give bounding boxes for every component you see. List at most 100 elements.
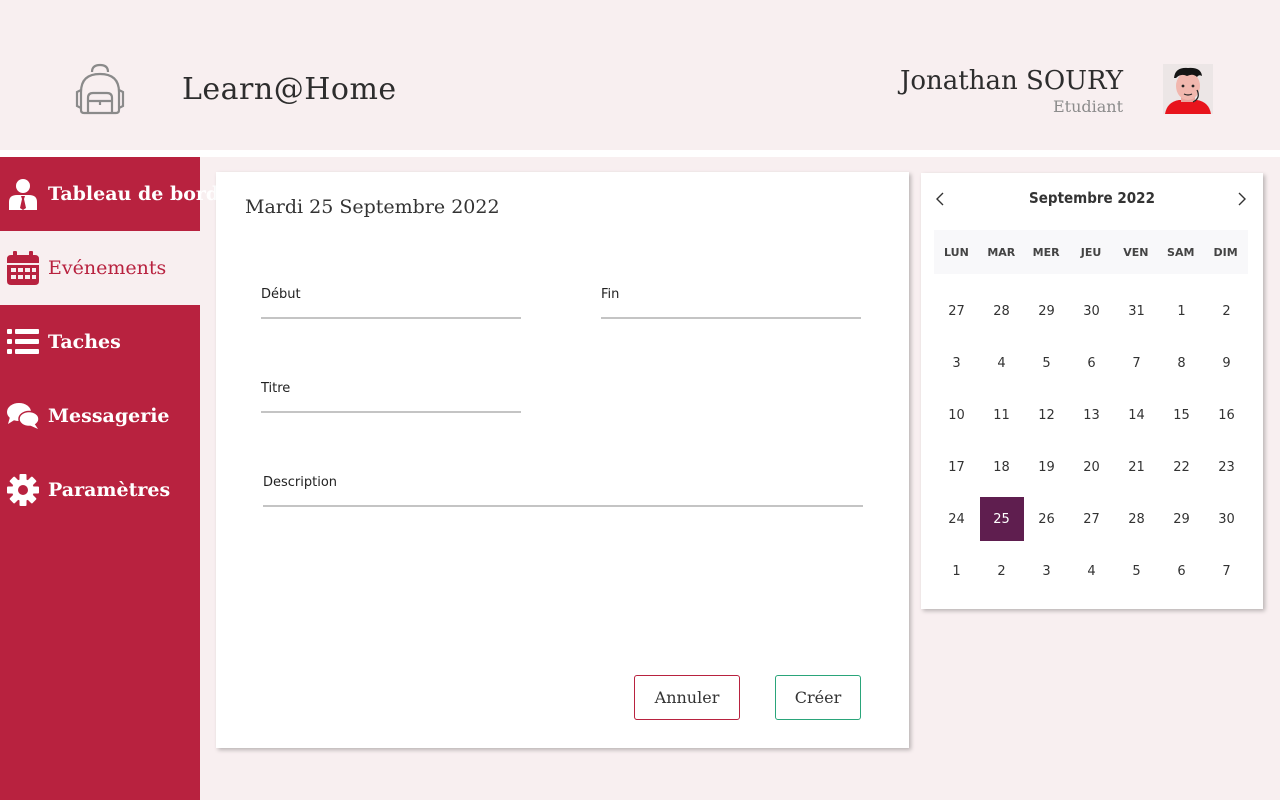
- calendar-day-number: 8: [1177, 355, 1186, 371]
- calendar-day[interactable]: 28: [979, 285, 1024, 337]
- calendar-day[interactable]: 3: [934, 337, 979, 389]
- end-input[interactable]: [601, 295, 861, 319]
- sidebar-item-dashboard[interactable]: Tableau de bord: [0, 157, 219, 231]
- calendar-day-number: 15: [1173, 407, 1190, 423]
- sidebar-item-events[interactable]: Evénements: [0, 231, 200, 305]
- calendar-day[interactable]: 23: [1204, 441, 1249, 493]
- weekday-label: LUN: [944, 245, 969, 259]
- calendar-day[interactable]: 29: [1159, 493, 1204, 545]
- calendar-day-number: 4: [1087, 563, 1096, 579]
- calendar-day-number: 7: [1132, 355, 1141, 371]
- calendar-day[interactable]: 5: [1114, 545, 1159, 597]
- calendar-day-number: 9: [1222, 355, 1231, 371]
- weekday-label: MAR: [987, 245, 1016, 259]
- selected-date-title: Mardi 25 Septembre 2022: [245, 196, 500, 218]
- end-field: Fin: [601, 287, 861, 319]
- description-field: Description: [263, 475, 863, 507]
- calendar-day[interactable]: 12: [1024, 389, 1069, 441]
- sidebar-item-tasks[interactable]: Taches: [0, 305, 200, 379]
- calendar-day[interactable]: 7: [1114, 337, 1159, 389]
- chevron-right-icon: [1238, 192, 1246, 206]
- calendar-day-selected[interactable]: 25: [979, 493, 1024, 545]
- calendar-day-number: 6: [1177, 563, 1186, 579]
- calendar-day[interactable]: 8: [1159, 337, 1204, 389]
- calendar-day[interactable]: 5: [1024, 337, 1069, 389]
- calendar-day-number: 18: [993, 459, 1010, 475]
- calendar-day-number: 10: [948, 407, 965, 423]
- calendar-day[interactable]: 6: [1069, 337, 1114, 389]
- calendar-day[interactable]: 4: [979, 337, 1024, 389]
- calendar-day[interactable]: 18: [979, 441, 1024, 493]
- description-input[interactable]: [263, 483, 863, 507]
- calendar-day[interactable]: 26: [1024, 493, 1069, 545]
- calendar-day[interactable]: 31: [1114, 285, 1159, 337]
- next-month-button[interactable]: [1230, 187, 1254, 211]
- calendar-day-number: 3: [1042, 563, 1051, 579]
- calendar-day-number: 27: [948, 303, 965, 319]
- calendar-day[interactable]: 2: [1204, 285, 1249, 337]
- event-form-card: Mardi 25 Septembre 2022 Début Fin Titre …: [216, 172, 909, 748]
- calendar-day[interactable]: 1: [934, 545, 979, 597]
- calendar-day[interactable]: 3: [1024, 545, 1069, 597]
- calendar-day[interactable]: 24: [934, 493, 979, 545]
- calendar-day[interactable]: 1: [1159, 285, 1204, 337]
- calendar-day[interactable]: 28: [1114, 493, 1159, 545]
- avatar[interactable]: [1163, 64, 1213, 114]
- calendar-day[interactable]: 29: [1024, 285, 1069, 337]
- calendar-day[interactable]: 16: [1204, 389, 1249, 441]
- calendar-day[interactable]: 6: [1159, 545, 1204, 597]
- calendar-day[interactable]: 19: [1024, 441, 1069, 493]
- calendar-day[interactable]: 14: [1114, 389, 1159, 441]
- calendar-day-number: 27: [1083, 511, 1100, 527]
- weekday-label: JEU: [1080, 245, 1102, 259]
- sidebar-item-messaging[interactable]: Messagerie: [0, 379, 200, 453]
- calendar-day-number: 29: [1038, 303, 1055, 319]
- sidebar-item-settings[interactable]: Paramètres: [0, 453, 200, 527]
- calendar-icon: [7, 251, 39, 285]
- cancel-button[interactable]: Annuler: [634, 675, 740, 720]
- calendar-day[interactable]: 13: [1069, 389, 1114, 441]
- calendar-day[interactable]: 27: [934, 285, 979, 337]
- calendar-day-number: 22: [1173, 459, 1190, 475]
- gear-icon: [7, 474, 39, 506]
- calendar-day[interactable]: 22: [1159, 441, 1204, 493]
- calendar-day-number: 2: [1222, 303, 1231, 319]
- title-input[interactable]: [261, 389, 521, 413]
- calendar-day-number: 30: [1083, 303, 1100, 319]
- calendar-day-number: 26: [1038, 511, 1055, 527]
- calendar-day[interactable]: 11: [979, 389, 1024, 441]
- calendar-day-number: 20: [1083, 459, 1100, 475]
- user-role: Etudiant: [1052, 97, 1123, 116]
- calendar-day-number: 14: [1128, 407, 1145, 423]
- calendar-day[interactable]: 10: [934, 389, 979, 441]
- calendar-day[interactable]: 7: [1204, 545, 1249, 597]
- calendar-day-number: 12: [1038, 407, 1055, 423]
- start-input[interactable]: [261, 295, 521, 319]
- calendar-day[interactable]: 21: [1114, 441, 1159, 493]
- calendar-day-number: 31: [1128, 303, 1145, 319]
- calendar-day[interactable]: 15: [1159, 389, 1204, 441]
- calendar-day-grid: 27 28 29 30 31 1 2 3 4 5 6 7 8 9 10 11 12 13 14 15 16 17 18 19 2…: [934, 285, 1249, 597]
- calendar-day[interactable]: 17: [934, 441, 979, 493]
- calendar-day-number: 25: [979, 497, 1024, 541]
- calendar-day-number: 28: [993, 303, 1010, 319]
- calendar-day[interactable]: 27: [1069, 493, 1114, 545]
- calendar-day[interactable]: 30: [1069, 285, 1114, 337]
- title-field: Titre: [261, 381, 521, 413]
- weekday-label: DIM: [1213, 245, 1238, 259]
- calendar-day-number: 6: [1087, 355, 1096, 371]
- calendar-day-number: 1: [1177, 303, 1186, 319]
- user-tie-icon: [7, 178, 39, 210]
- calendar-day-number: 4: [997, 355, 1006, 371]
- calendar-day-number: 5: [1042, 355, 1051, 371]
- calendar-day[interactable]: 2: [979, 545, 1024, 597]
- calendar-day[interactable]: 20: [1069, 441, 1114, 493]
- weekday-label: VEN: [1123, 245, 1149, 259]
- calendar-day[interactable]: 30: [1204, 493, 1249, 545]
- chat-icon: [7, 400, 39, 432]
- app-title: Learn@Home: [182, 72, 397, 107]
- create-button[interactable]: Créer: [775, 675, 861, 720]
- calendar-day[interactable]: 9: [1204, 337, 1249, 389]
- user-name: Jonathan SOURY: [899, 66, 1123, 96]
- calendar-day[interactable]: 4: [1069, 545, 1114, 597]
